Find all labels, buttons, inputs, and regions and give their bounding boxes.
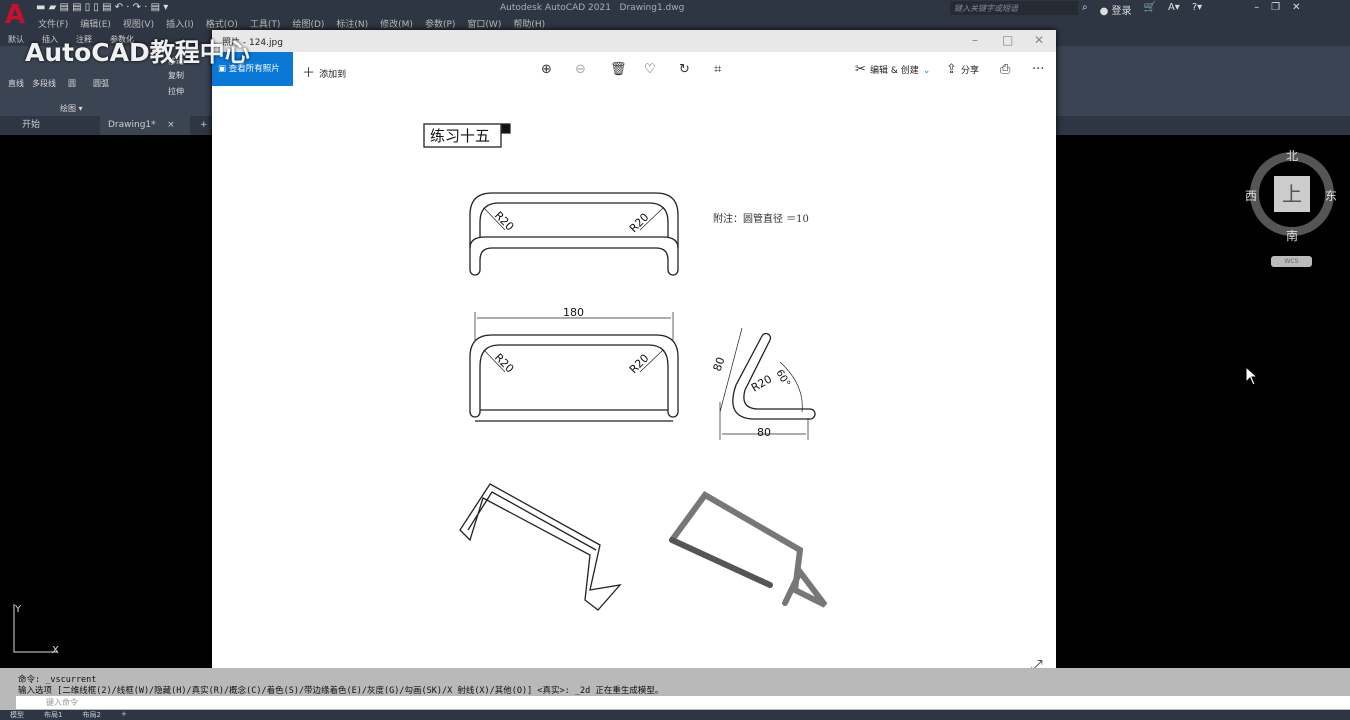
r20-label: R20	[492, 351, 516, 375]
cart-icon[interactable]: 🛒	[1144, 2, 1156, 17]
draw-panel-label[interactable]: 绘图 ▾	[60, 103, 83, 114]
header-icons: ⌕ ● 登录 🛒 A▾ ?▾ – ❐ ✕	[1082, 2, 1301, 17]
close-icon[interactable]: ✕	[1292, 2, 1300, 17]
r20-label: R20	[627, 352, 651, 376]
drawing-image: 练习十五 附注：圆管直径 ＝10 R20 R20 180 R20 R20 80 …	[423, 123, 828, 611]
r20-label: R20	[492, 209, 516, 233]
polyline-tool[interactable]: 多段线	[32, 78, 56, 89]
command-input[interactable]: 键入命令	[16, 696, 1350, 709]
command-history-2: 输入选项 [二维线框(2)/线框(W)/隐藏(H)/真实(R)/概念(C)/着色…	[18, 686, 664, 696]
isometric-rendered	[669, 491, 828, 608]
dim-180-label: 180	[563, 306, 584, 319]
viewcube-top[interactable]: 上	[1274, 176, 1310, 212]
dim-80-slanted-label: 80	[711, 355, 728, 373]
front-view	[469, 192, 679, 276]
menu-view[interactable]: 视图(V)	[121, 17, 164, 30]
menu-parametric[interactable]: 参数(P)	[423, 17, 465, 30]
line-tool[interactable]: 直线	[8, 78, 24, 89]
quick-access-toolbar[interactable]: ▬ ▰ ▤ ▤ ▯ ▯ ▤ ↶ · ↷ · ▤ ▾	[36, 2, 168, 13]
minimize-icon[interactable]: –	[1254, 2, 1259, 17]
menu-file[interactable]: 文件(F)	[36, 17, 78, 30]
tab-drawing1-label: Drawing1*	[108, 120, 156, 130]
circle-tool[interactable]: 圆	[68, 78, 76, 89]
app-name: Autodesk AutoCAD 2021	[500, 3, 611, 13]
arc-tool[interactable]: 圆弧	[93, 78, 109, 89]
app-title: Autodesk AutoCAD 2021 Drawing1.dwg	[500, 3, 684, 13]
ucs-icon: YX	[13, 604, 59, 656]
search-input[interactable]: 键入关键字或短语	[950, 1, 1078, 15]
tab-drawing1[interactable]: Drawing1* ×	[100, 116, 190, 135]
menu-dimension[interactable]: 标注(N)	[334, 17, 378, 30]
compass-east[interactable]: 东	[1325, 187, 1337, 204]
stretch-tool[interactable]: 拉伸	[168, 86, 184, 97]
autocad-logo[interactable]: A	[0, 0, 30, 30]
tab-layout1[interactable]: 布局1	[34, 710, 72, 720]
isometric-wireframe	[459, 483, 622, 611]
copy-tool[interactable]: 复制	[168, 70, 184, 81]
status-bar: 模型 布局1 布局2 +	[0, 710, 1350, 720]
user-icon[interactable]: ● 登录	[1100, 2, 1132, 17]
close-tab-icon[interactable]: ×	[167, 120, 175, 130]
add-layout-button[interactable]: +	[111, 710, 137, 720]
ucs-x-label: X	[52, 645, 59, 656]
wcs-menu[interactable]: WCS	[1271, 256, 1312, 267]
menu-window[interactable]: 窗口(W)	[465, 17, 511, 30]
menu-bar: 文件(F) 编辑(E) 视图(V) 插入(I) 格式(O) 工具(T) 绘图(D) 标注(N)…	[36, 17, 555, 30]
ucs-y-label: Y	[14, 604, 22, 615]
menu-tools[interactable]: 工具(T)	[248, 17, 291, 30]
compass-north[interactable]: 北	[1286, 147, 1298, 164]
menu-insert[interactable]: 插入(I)	[164, 17, 204, 30]
photos-viewer-window: 照片 - 124.jpg – □ ✕ ▣ 查看所有照片 ＋ 添加到 ⊕ ⊖ 🗑 …	[212, 30, 1056, 685]
watermark: AutoCAD教程中心	[25, 38, 250, 67]
menu-format[interactable]: 格式(O)	[204, 17, 248, 30]
r20-label: R20	[627, 211, 651, 235]
compass-south[interactable]: 南	[1286, 227, 1298, 244]
tab-layout2[interactable]: 布局2	[72, 710, 110, 720]
drawing-note: 附注：圆管直径 ＝10	[713, 212, 809, 225]
compass-west[interactable]: 西	[1245, 187, 1257, 204]
drawing-title: 练习十五	[430, 127, 490, 145]
menu-edit[interactable]: 编辑(E)	[78, 17, 121, 30]
file-name: Drawing1.dwg	[619, 3, 685, 13]
restore-icon[interactable]: ❐	[1271, 2, 1280, 17]
mouse-cursor-icon	[1245, 366, 1258, 386]
menu-modify[interactable]: 修改(M)	[378, 17, 423, 30]
title-marker	[501, 123, 511, 134]
login-link[interactable]: 登录	[1112, 6, 1132, 17]
autodesk-icon[interactable]: A▾	[1168, 2, 1180, 17]
dim-80-label: 80	[757, 426, 771, 439]
tab-model[interactable]: 模型	[0, 710, 34, 720]
help-icon[interactable]: ?▾	[1192, 2, 1202, 17]
tab-start[interactable]: 开始	[14, 116, 48, 135]
menu-help[interactable]: 帮助(H)	[511, 17, 555, 30]
menu-draw[interactable]: 绘图(D)	[290, 17, 334, 30]
search-icon[interactable]: ⌕	[1082, 2, 1088, 17]
